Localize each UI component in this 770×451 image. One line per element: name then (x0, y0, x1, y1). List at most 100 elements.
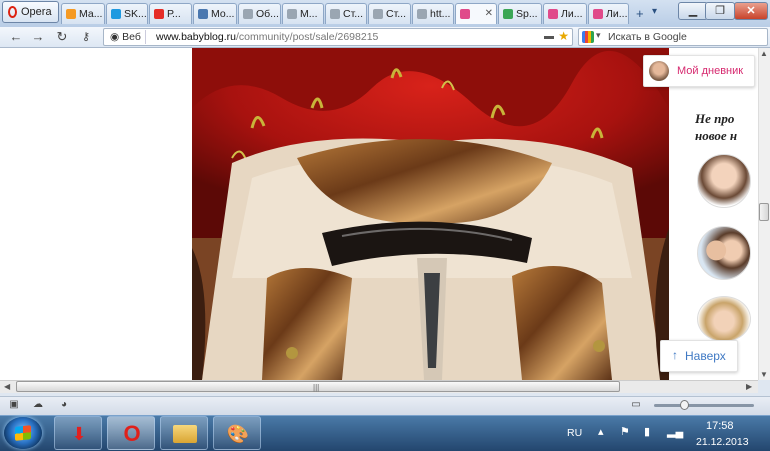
back-to-top-button[interactable]: ↑ Наверх (660, 340, 738, 372)
ok-icon (66, 9, 76, 19)
tab-label: htt... (430, 8, 451, 20)
network-signal-icon[interactable]: ▂▄ (667, 425, 683, 438)
globe-icon: ◉ (110, 31, 123, 43)
spaces-icon (503, 9, 513, 19)
promo-couple-photo[interactable] (697, 226, 751, 280)
opera-menu-button[interactable]: Opera (2, 1, 59, 23)
back-arrow-icon[interactable]: ← (8, 29, 24, 45)
bookmark-star-icon[interactable]: ★ (558, 29, 569, 43)
url-text: www.babyblog.ru/community/post/sale/2698… (156, 31, 378, 43)
page-icon (287, 9, 297, 19)
tab-label: Ст... (343, 8, 363, 20)
tab-label: Ма... (79, 8, 103, 20)
url-path: /community/post/sale/2698215 (235, 31, 379, 43)
opera-icon: O (123, 421, 141, 446)
search-engine-chevron-icon[interactable]: ▾ (596, 30, 601, 41)
tab-12[interactable]: Ли... (543, 3, 587, 24)
babyblog-icon (593, 9, 603, 19)
web-mode-badge[interactable]: ◉ Веб (106, 30, 146, 44)
google-icon[interactable] (582, 31, 594, 43)
tab-8[interactable]: Ст... (368, 3, 411, 24)
address-bar[interactable]: ◉ Веб www.babyblog.ru/community/post/sal… (103, 28, 573, 46)
product-photo (192, 48, 669, 380)
promo-line-2: новое н (695, 128, 738, 143)
taskbar-download-manager[interactable]: ⬇ (54, 416, 102, 450)
minimize-button[interactable]: ▁ (678, 2, 708, 20)
tab-11[interactable]: Sp... (498, 3, 542, 24)
tab-9[interactable]: htt... (412, 3, 454, 24)
tab-3[interactable]: Р... (149, 3, 192, 24)
tab-6[interactable]: М... (282, 3, 324, 24)
vertical-scroll-thumb[interactable] (759, 203, 769, 221)
scroll-right-arrow-icon[interactable]: ▶ (746, 382, 752, 391)
page-icon (417, 9, 427, 19)
tab-label: Ст... (386, 8, 406, 20)
tab-menu-chevron-icon[interactable]: ▾ (652, 6, 657, 17)
tab-1[interactable]: Ма... (61, 3, 105, 24)
clock-time[interactable]: 17:58 (706, 420, 734, 432)
my-diary-label: Мой дневник (677, 65, 744, 77)
close-window-button[interactable]: ✕ (734, 2, 768, 20)
tab-2[interactable]: SK... (106, 3, 148, 24)
tab-13[interactable]: Ли... (588, 3, 629, 24)
zoom-slider-track[interactable] (654, 404, 754, 407)
promo-woman-photo[interactable] (697, 154, 751, 208)
opera-menu-label: Opera (21, 6, 52, 18)
view-icon[interactable]: ▭ (630, 399, 642, 411)
forward-arrow-icon[interactable]: → (30, 29, 46, 45)
scroll-down-arrow-icon[interactable]: ▼ (760, 370, 768, 379)
battery-icon[interactable]: ▮ (644, 425, 650, 438)
taskbar-paint[interactable]: 🎨 (213, 416, 261, 450)
page-icon (243, 9, 253, 19)
grip-icon: ||| (313, 383, 320, 392)
tab-label: М... (300, 8, 318, 20)
taskbar-explorer[interactable] (160, 416, 208, 450)
horizontal-scroll-thumb[interactable]: ||| (16, 381, 620, 392)
search-field[interactable]: ▾ Искать в Google (578, 28, 768, 46)
tab-label: Ли... (606, 8, 628, 20)
search-placeholder: Искать в Google (608, 31, 687, 43)
paint-icon: 🎨 (226, 424, 250, 444)
page-icon (330, 9, 340, 19)
tab-label: Мо... (211, 8, 235, 20)
tab-label: Об... (256, 8, 279, 20)
clock-date[interactable]: 21.12.2013 (696, 436, 749, 448)
scroll-up-arrow-icon[interactable]: ▲ (760, 49, 768, 58)
turbo-icon[interactable]: ◕ (58, 399, 70, 411)
url-host: www.babyblog.ru (156, 31, 236, 43)
tab-5[interactable]: Об... (238, 3, 281, 24)
new-tab-icon[interactable]: + (636, 6, 644, 21)
my-diary-button[interactable]: Мой дневник (643, 55, 755, 87)
zoom-slider-thumb[interactable] (680, 400, 689, 410)
page-viewport (0, 48, 758, 380)
skype-icon (111, 9, 121, 19)
key-icon[interactable]: ⚷ (78, 29, 94, 45)
tab-label: Р... (167, 8, 181, 20)
reload-icon[interactable]: ↻ (54, 29, 70, 45)
scroll-left-arrow-icon[interactable]: ◀ (4, 382, 10, 391)
page-icon (198, 9, 208, 19)
restore-button[interactable]: ❐ (705, 2, 735, 20)
panel-toggle-icon[interactable]: ▣ (8, 399, 20, 411)
start-button[interactable] (4, 417, 42, 449)
action-center-flag-icon[interactable]: ⚑ (620, 425, 630, 438)
windows-logo-icon (15, 425, 31, 441)
keyboard-language-indicator[interactable]: RU (567, 427, 582, 439)
avatar[interactable] (649, 61, 669, 81)
babyblog-icon (548, 9, 558, 19)
tab-4[interactable]: Мо... (193, 3, 237, 24)
tab-close-icon[interactable]: ✕ (485, 8, 493, 19)
opera-unite-icon[interactable]: ☁ (32, 399, 44, 411)
promo-heading: Не про новое н (695, 110, 758, 146)
show-hidden-icons-icon[interactable]: ▴ (598, 425, 604, 438)
rss-icon[interactable]: ▬ (544, 31, 554, 42)
tab-7[interactable]: Ст... (325, 3, 367, 24)
taskbar-opera[interactable]: O (107, 416, 155, 450)
page-icon (373, 9, 383, 19)
tab-10[interactable]: ✕ (455, 3, 497, 24)
download-manager-icon: ⬇ (71, 424, 87, 444)
tab-label: SK... (124, 8, 147, 20)
babyblog-icon (460, 9, 470, 19)
promo-bride-photo[interactable] (697, 296, 751, 342)
up-arrow-icon: ↑ (672, 348, 678, 362)
